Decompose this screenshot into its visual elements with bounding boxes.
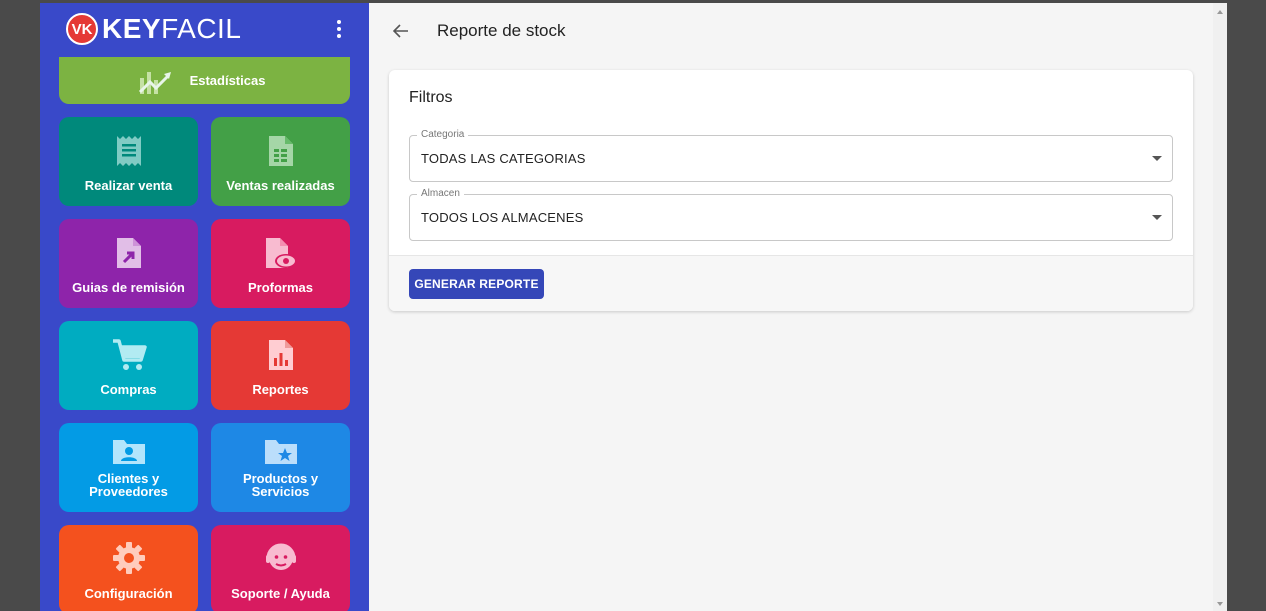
tile-label: Reportes: [252, 382, 309, 397]
brand-name-light: FACIL: [161, 13, 242, 44]
dropdown-caret-icon: [1152, 156, 1162, 161]
cart-icon: [112, 339, 147, 370]
tile-compras[interactable]: Compras: [59, 321, 198, 410]
category-label: Categoria: [417, 129, 469, 140]
app-window: VK KEYFACIL Estadísticas Realizar venta …: [40, 3, 1227, 611]
tile-proformas[interactable]: Proformas: [211, 219, 350, 308]
generate-report-button[interactable]: GENERAR REPORTE: [409, 269, 544, 299]
tile-label: Estadísticas: [189, 73, 266, 88]
tile-label: Configuración: [84, 586, 173, 601]
tile-productos-y-servicios[interactable]: Productos y Servicios: [211, 423, 350, 512]
warehouse-label: Almacen: [417, 188, 464, 199]
scroll-down-icon[interactable]: [1217, 602, 1223, 606]
tile-label: Compras: [100, 382, 157, 397]
file-eye-icon: [265, 238, 297, 268]
tile-label: Clientes y Proveedores: [89, 471, 168, 499]
tile-clientes-y-proveedores[interactable]: Clientes y Proveedores: [59, 423, 198, 512]
card-actions: GENERAR REPORTE: [389, 255, 1193, 311]
spreadsheet-file-icon: [268, 136, 293, 166]
filters-card: Filtros Categoria TODAS LAS CATEGORIAS A…: [389, 70, 1193, 311]
tile-label: Ventas realizadas: [226, 178, 335, 193]
tile-reportes[interactable]: Reportes: [211, 321, 350, 410]
tile-label: Proformas: [247, 280, 314, 295]
top-bar: Reporte de stock: [369, 3, 1227, 59]
tile-label: Guias de remisión: [72, 280, 185, 295]
gear-icon: [112, 542, 145, 574]
warehouse-value: TODOS LOS ALMACENES: [421, 210, 584, 225]
tile-configuracion[interactable]: Configuración: [59, 525, 198, 611]
tile-ventas-realizadas[interactable]: Ventas realizadas: [211, 117, 350, 206]
brand-badge: VK: [66, 13, 98, 45]
tile-label: Soporte / Ayuda: [231, 586, 330, 601]
tile-label: Productos y Servicios: [242, 471, 319, 499]
tile-estadisticas[interactable]: Estadísticas: [59, 57, 350, 104]
folder-person-icon: [112, 440, 145, 464]
vertical-scrollbar[interactable]: [1213, 3, 1227, 611]
file-arrow-icon: [116, 238, 141, 268]
report-file-icon: [268, 340, 293, 370]
category-value: TODAS LAS CATEGORIAS: [421, 151, 586, 166]
receipt-icon: [116, 136, 141, 166]
brand-name-bold: KEY: [102, 13, 162, 44]
brand-name: KEYFACIL: [102, 13, 241, 45]
page-title: Reporte de stock: [437, 21, 566, 40]
tile-label: Realizar venta: [84, 178, 173, 193]
tile-realizar-venta[interactable]: Realizar venta: [59, 117, 198, 206]
category-select[interactable]: Categoria TODAS LAS CATEGORIAS: [409, 129, 1173, 182]
brand-logo[interactable]: VK KEYFACIL: [66, 13, 241, 45]
folder-star-icon: [264, 440, 297, 464]
tile-guias-de-remision[interactable]: Guias de remisión: [59, 219, 198, 308]
trend-chart-icon: [138, 71, 171, 94]
sidebar: VK KEYFACIL Estadísticas Realizar venta …: [40, 3, 369, 611]
back-arrow-icon[interactable]: [389, 19, 413, 43]
scroll-up-icon[interactable]: [1217, 10, 1223, 14]
sidebar-header: VK KEYFACIL: [40, 3, 369, 55]
tile-soporte-ayuda[interactable]: Soporte / Ayuda: [211, 525, 350, 611]
support-agent-icon: [265, 543, 296, 570]
main-content: Reporte de stock Filtros Categoria TODAS…: [369, 3, 1227, 611]
dropdown-caret-icon: [1152, 215, 1162, 220]
more-menu-icon[interactable]: [327, 17, 351, 41]
warehouse-select[interactable]: Almacen TODOS LOS ALMACENES: [409, 188, 1173, 241]
filters-title: Filtros: [409, 89, 453, 106]
